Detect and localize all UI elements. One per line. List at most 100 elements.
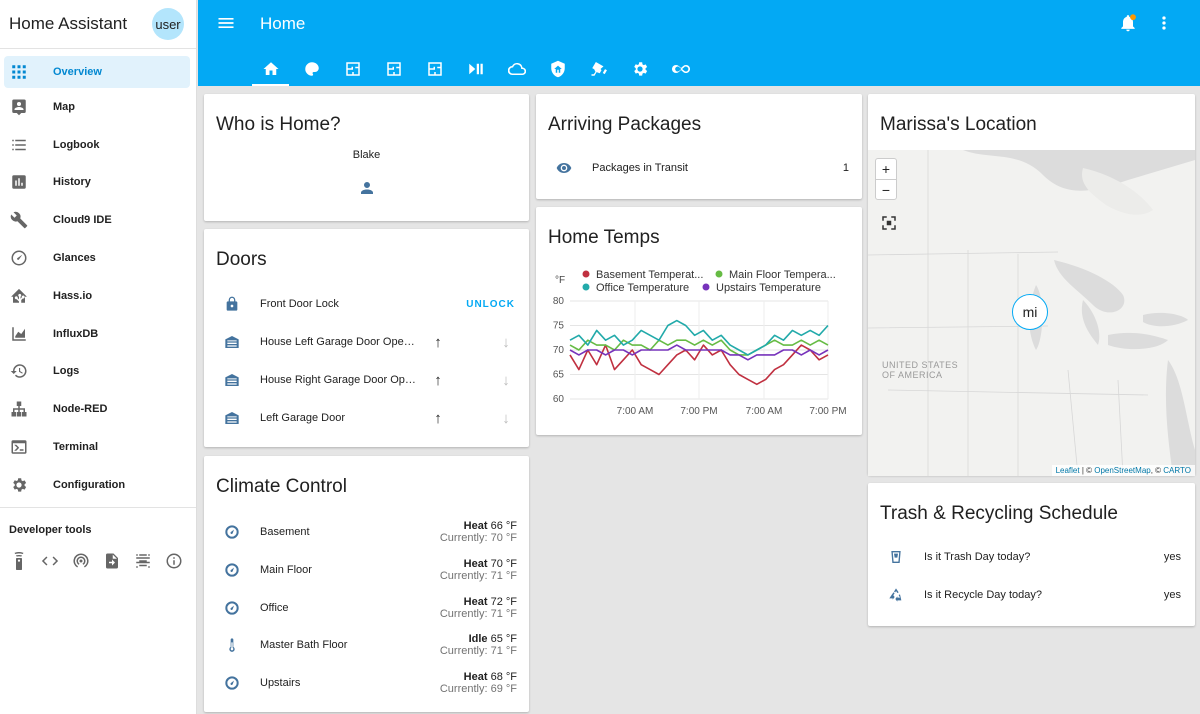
climate-state: Idle 65 °F Currently: 71 °F [440, 633, 517, 657]
cover-label: House Left Garage Door Opener [260, 336, 417, 348]
radio-tower-icon[interactable] [72, 552, 90, 575]
sidebar-item-glances[interactable]: Glances [0, 239, 196, 277]
x-tick-label: 7:00 PM [809, 406, 846, 417]
fit-map-icon[interactable] [880, 214, 898, 237]
sidebar-item-terminal[interactable]: Terminal [0, 428, 196, 466]
tab-infinity-icon[interactable] [660, 52, 701, 86]
app-title: Home Assistant [9, 14, 128, 33]
sidebar-item-label: Logbook [53, 138, 100, 151]
climate-target: 70 °F [490, 557, 517, 570]
garage-icon [220, 410, 244, 426]
location-marker[interactable]: mi [1012, 294, 1048, 330]
chart-icon [10, 173, 28, 191]
climate-label: Master Bath Floor [260, 639, 348, 652]
code-icon[interactable] [41, 552, 59, 575]
legend-swatch [582, 283, 590, 291]
y-tick-label: 75 [553, 321, 565, 332]
tab-cloud-icon[interactable] [496, 52, 537, 86]
tab-floorplan-2-icon[interactable] [373, 52, 414, 86]
sidebar-item-label: Terminal [53, 441, 99, 454]
avatar[interactable]: user [152, 8, 184, 40]
tab-home-icon[interactable] [250, 52, 291, 86]
thermometer-icon [220, 637, 244, 653]
tab-floorplan-icon[interactable] [332, 52, 373, 86]
sidebar-item-overview[interactable]: Overview [4, 56, 190, 88]
arriving-packages-card: Arriving Packages Packages in Transit 1 [536, 94, 862, 199]
climate-row[interactable]: Master Bath Floor Idle 65 °F Currently: 71… [204, 631, 529, 659]
tab-floorplan-3-icon[interactable] [414, 52, 455, 86]
packages-value: 1 [842, 162, 849, 174]
climate-target: 68 °F [490, 671, 517, 684]
tab-settings-icon[interactable] [619, 52, 660, 86]
location-card: Marissa's Location + − UNITED STATES OF … [868, 94, 1195, 476]
more-vert-icon[interactable] [1154, 13, 1174, 38]
sidebar-item-history[interactable]: History [0, 164, 196, 202]
trash-value: yes [1163, 551, 1181, 563]
notifications-bell-icon[interactable] [1118, 13, 1138, 38]
climate-row[interactable]: Upstairs Heat 68 °F Currently: 69 °F [204, 669, 529, 697]
climate-mode: Heat [463, 671, 488, 684]
developer-tools-label: Developer tools [9, 523, 92, 536]
sidebar-item-node-red[interactable]: Node-RED [0, 390, 196, 428]
thermostat-icon [220, 675, 244, 691]
sidebar-item-logs[interactable]: Logs [0, 353, 196, 391]
tab-shield-home-icon[interactable] [537, 52, 578, 86]
tab-cctv-icon[interactable] [578, 52, 619, 86]
tab-play-pause-icon[interactable] [455, 52, 496, 86]
unlock-button[interactable]: UNLOCK [466, 299, 515, 310]
legend-label: Basement Temperat... [596, 269, 703, 281]
arrow-down-icon[interactable]: ↓ [495, 334, 517, 351]
osm-link[interactable]: OpenStreetMap [1094, 466, 1150, 475]
carto-link[interactable]: CARTO [1163, 466, 1191, 475]
person-icon[interactable] [204, 179, 529, 197]
sidebar-item-logbook[interactable]: Logbook [0, 126, 196, 164]
climate-row[interactable]: Office Heat 72 °F Currently: 71 °F [204, 594, 529, 622]
sidebar-item-label: Cloud9 IDE [53, 214, 112, 227]
sitemap-icon [10, 400, 28, 418]
x-tick-label: 7:00 PM [680, 406, 717, 417]
info-icon[interactable] [165, 552, 183, 575]
sidebar-item-cloud9-ide[interactable]: Cloud9 IDE [0, 201, 196, 239]
trash-row[interactable]: Is it Trash Day today? yes [868, 545, 1195, 569]
arrow-up-icon[interactable]: ↑ [427, 410, 449, 427]
map-label: UNITED STATES OF AMERICA [882, 360, 959, 380]
cover-row[interactable]: House Right Garage Door Opener ↑ ↓ [204, 368, 529, 392]
climate-label: Office [260, 601, 289, 614]
sidebar-item-hass-io[interactable]: Hass.io [0, 277, 196, 315]
cover-row[interactable]: Left Garage Door ↑ ↓ [204, 406, 529, 430]
zoom-in-button[interactable]: + [876, 159, 896, 179]
climate-row[interactable]: Basement Heat 66 °F Currently: 70 °F [204, 518, 529, 546]
list-icon [10, 136, 28, 154]
legend-label: Upstairs Temperature [716, 282, 821, 294]
sidebar: Home Assistant user Overview Map Logbook Hi… [0, 0, 197, 714]
file-export-icon[interactable] [103, 552, 121, 575]
sidebar-item-influxdb[interactable]: InfluxDB [0, 315, 196, 353]
gear-icon [10, 476, 28, 494]
arrow-up-icon[interactable]: ↑ [427, 334, 449, 351]
cover-row[interactable]: House Left Garage Door Opener ↑ ↓ [204, 330, 529, 354]
sidebar-item-configuration[interactable]: Configuration [0, 466, 196, 504]
y-axis-label: °F [555, 275, 565, 286]
leaflet-link[interactable]: Leaflet [1056, 466, 1080, 475]
arrow-down-icon[interactable]: ↓ [495, 372, 517, 389]
climate-target: 72 °F [490, 595, 517, 608]
arrow-down-icon[interactable]: ↓ [495, 410, 517, 427]
home-temps-card: Home Temps °F 80 75 70 65 60 7:00 AM 7:00 PM 7:0… [536, 207, 862, 435]
zoom-out-button[interactable]: − [876, 179, 896, 199]
console-icon [10, 438, 28, 456]
climate-row[interactable]: Main Floor Heat 70 °F Currently: 71 °F [204, 556, 529, 584]
hamburger-menu-icon[interactable] [216, 13, 236, 33]
recycle-row[interactable]: Is it Recycle Day today? yes [868, 583, 1195, 607]
legend-label: Main Floor Tempera... [729, 269, 836, 281]
trash-recycling-card: Trash & Recycling Schedule Is it Trash D… [868, 483, 1195, 626]
packages-row[interactable]: Packages in Transit 1 [536, 156, 862, 180]
template-icon[interactable] [134, 552, 152, 575]
map[interactable]: + − UNITED STATES OF AMERICA mi Leaflet … [868, 150, 1195, 476]
attribution-sep: , © [1150, 466, 1164, 475]
remote-icon[interactable] [10, 551, 28, 575]
climate-current: Currently: 71 °F [439, 607, 517, 620]
tab-palette-icon[interactable] [291, 52, 332, 86]
sidebar-item-map[interactable]: Map [0, 88, 196, 126]
thermostat-icon [220, 600, 244, 616]
arrow-up-icon[interactable]: ↑ [427, 372, 449, 389]
